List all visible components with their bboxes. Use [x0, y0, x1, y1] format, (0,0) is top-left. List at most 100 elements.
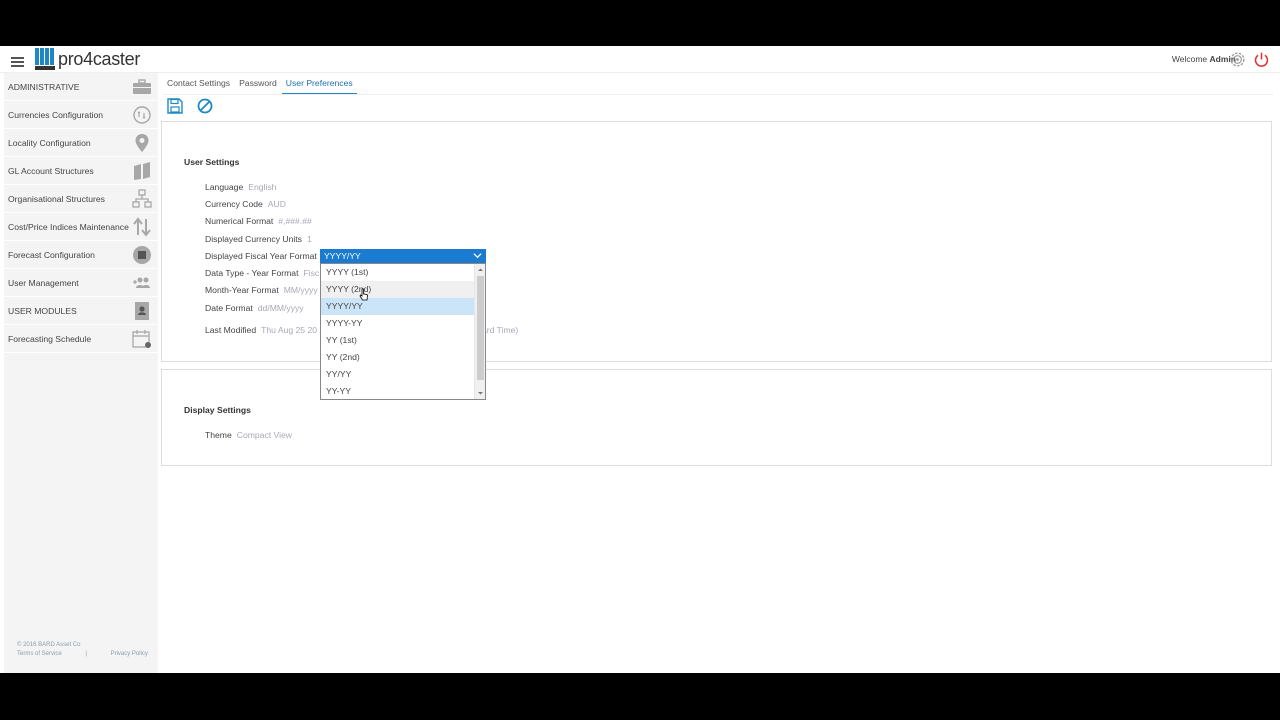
hamburger-icon[interactable] [11, 57, 24, 67]
field-label: Displayed Fiscal Year Format [205, 251, 317, 261]
currency-units-field: Displayed Currency Units 1 [205, 234, 312, 244]
dropdown-option[interactable]: YYYY (1st) [321, 264, 474, 281]
date-format-field: Date Format dd/MM/yyyy [205, 303, 304, 313]
sidebar-item-label: Organisational Structures [8, 193, 105, 204]
map-pin-icon [135, 134, 149, 152]
dropdown-option[interactable]: YYYY (2nd) [321, 281, 474, 298]
briefcase-icon [133, 79, 151, 94]
sidebar-item-label: Forecast Configuration [8, 249, 95, 260]
settings-tabs: Contact Settings Password User Preferenc… [163, 73, 358, 95]
save-icon[interactable] [167, 98, 183, 114]
footer-separator: | [85, 651, 87, 657]
sidebar-item-label: User Management [8, 277, 79, 288]
sidebar-item-gl-accounts[interactable]: GL Account Structures [4, 157, 158, 185]
month-year-format-value[interactable]: MM/yyyy [284, 285, 318, 295]
user-settings-title: User Settings [184, 157, 240, 167]
field-label: Theme [205, 430, 232, 440]
dropdown-option[interactable]: YY/YY [321, 366, 474, 383]
dropdown-option-selected[interactable]: YYYY/YY [321, 298, 474, 315]
book-icon [134, 162, 150, 180]
welcome-text: Welcome Admin [1172, 54, 1236, 64]
field-label: Last Modified [205, 325, 257, 335]
select-value: YYYY/YY [324, 251, 361, 261]
sidebar-item-cost-price-indices[interactable]: Cost/Price Indices Maintenance [4, 213, 158, 241]
month-year-format-field: Month-Year Format MM/yyyy [205, 285, 318, 295]
sidebar-item-user-management[interactable]: User Management [4, 269, 158, 297]
mouse-pointer-icon [359, 288, 368, 301]
calendar-icon [132, 330, 151, 348]
fiscal-year-format-dropdown: YYYY (1st) YYYY (2nd) YYYY/YY YYYY-YY YY… [320, 263, 486, 400]
tab-password[interactable]: Password [235, 73, 281, 95]
chevron-down-icon [473, 253, 482, 259]
field-label: Numerical Format [205, 216, 274, 226]
sidebar-item-forecasting-schedule[interactable]: Forecasting Schedule [4, 325, 158, 353]
cancel-icon[interactable] [197, 98, 213, 114]
field-label: Currency Code [205, 199, 263, 209]
field-label: Data Type - Year Format [205, 268, 299, 278]
dropdown-option[interactable]: YYYY-YY [321, 315, 474, 332]
data-type-year-format-field: Data Type - Year Format Fisc [205, 268, 319, 278]
currency-code-value[interactable]: AUD [268, 199, 286, 209]
data-type-year-format-value[interactable]: Fisc [303, 268, 319, 278]
users-icon [133, 277, 150, 288]
fiscal-year-format-select[interactable]: YYYY/YY [320, 249, 486, 263]
field-label: Month-Year Format [205, 285, 279, 295]
power-icon[interactable] [1253, 51, 1270, 68]
tab-contact-settings[interactable]: Contact Settings [163, 73, 234, 95]
sidebar-item-org-structures[interactable]: Organisational Structures [4, 185, 158, 213]
app-window: pro4caster Welcome Admin ADMINISTRATIVE … [0, 46, 1280, 673]
currency-code-field: Currency Code AUD [205, 199, 286, 209]
dropdown-option[interactable]: YY-YY [321, 383, 474, 399]
field-label: Displayed Currency Units [205, 234, 302, 244]
fiscal-year-format-field: Displayed Fiscal Year Format [205, 251, 317, 261]
last-modified-value-end: ard Time) [482, 325, 519, 335]
field-label: Date Format [205, 303, 253, 313]
numerical-format-value[interactable]: #,###.## [278, 216, 311, 226]
tab-user-preferences[interactable]: User Preferences [281, 73, 357, 95]
currency-exchange-icon [133, 106, 151, 124]
scroll-thumb[interactable] [477, 276, 484, 380]
sidebar-item-label: GL Account Structures [8, 165, 94, 176]
sidebar-item-label: Currencies Configuration [8, 109, 104, 120]
sidebar-item-label: Forecasting Schedule [8, 333, 92, 344]
sidebar-item-forecast-config[interactable]: Forecast Configuration [4, 241, 158, 269]
sidebar: ADMINISTRATIVE Currencies Configuration … [4, 73, 158, 673]
sidebar-item-label: Cost/Price Indices Maintenance [8, 221, 129, 232]
sidebar-item-currencies[interactable]: Currencies Configuration [4, 101, 158, 129]
top-header: pro4caster Welcome Admin [0, 46, 1280, 73]
scroll-up-icon[interactable] [477, 267, 484, 273]
terms-of-service-link[interactable]: Terms of Service [17, 651, 62, 657]
language-value[interactable]: English [248, 182, 276, 192]
last-modified-value: Thu Aug 25 20 [261, 325, 318, 335]
up-down-arrows-icon [133, 217, 151, 237]
numerical-format-field: Numerical Format #,###.## [205, 216, 312, 226]
sidebar-footer: © 2016 BARD Asset Co Terms of Service | … [17, 641, 148, 659]
date-format-value[interactable]: dd/MM/yyyy [258, 303, 304, 313]
sidebar-item-locality[interactable]: Locality Configuration [4, 129, 158, 157]
last-modified-field: Last Modified Thu Aug 25 20 [205, 325, 317, 335]
privacy-policy-link[interactable]: Privacy Policy [111, 651, 148, 657]
gear-icon[interactable] [1229, 51, 1246, 68]
sidebar-section-administrative[interactable]: ADMINISTRATIVE [4, 73, 158, 101]
app-name: pro4caster [58, 48, 141, 69]
dropdown-scrollbar[interactable] [474, 264, 485, 399]
org-chart-icon [132, 189, 152, 208]
language-field: Language English [205, 182, 276, 192]
logo-mark-icon [35, 48, 55, 70]
sidebar-section-user-modules[interactable]: USER MODULES [4, 297, 158, 325]
dropdown-option[interactable]: YY (2nd) [321, 349, 474, 366]
tabs-divider [163, 94, 1273, 95]
copyright-text: © 2016 BARD Asset Co [17, 642, 81, 648]
app-logo[interactable]: pro4caster [35, 48, 140, 70]
theme-value[interactable]: Compact View [237, 430, 292, 440]
forecast-icon [133, 246, 151, 264]
contact-card-icon [135, 302, 149, 320]
sidebar-item-label: ADMINISTRATIVE [8, 81, 80, 92]
welcome-prefix: Welcome [1171, 54, 1208, 64]
currency-units-value[interactable]: 1 [307, 234, 312, 244]
dropdown-option[interactable]: YY (1st) [321, 332, 474, 349]
scroll-down-icon[interactable] [477, 390, 484, 396]
sidebar-item-label: USER MODULES [8, 305, 77, 316]
field-label: Language [205, 182, 244, 192]
sidebar-item-label: Locality Configuration [8, 137, 91, 148]
